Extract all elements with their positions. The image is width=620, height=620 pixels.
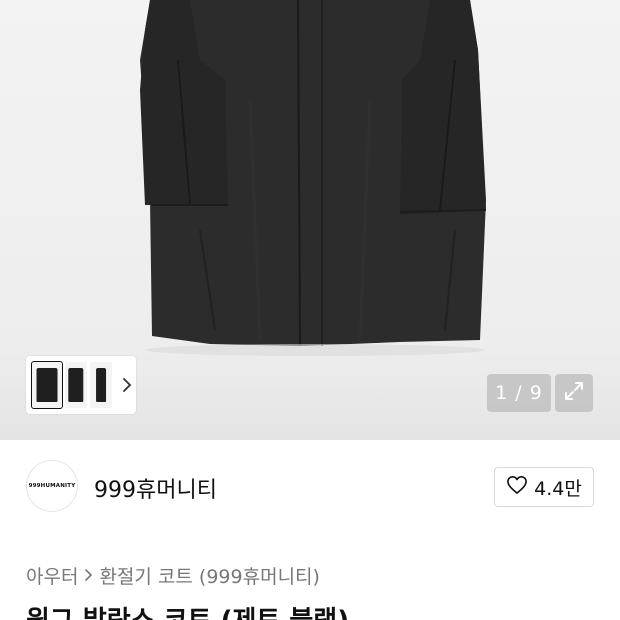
thumbnail-1[interactable] bbox=[31, 361, 63, 409]
like-button[interactable]: 4.4만 bbox=[494, 467, 594, 507]
chevron-right-icon bbox=[84, 565, 93, 587]
thumbnail-3[interactable] bbox=[89, 362, 113, 408]
image-counter: 1 / 9 bbox=[487, 374, 551, 412]
product-title: 윙그 발란스 코트 (제트 블랙) bbox=[26, 600, 349, 620]
expand-arrows-icon bbox=[563, 380, 585, 406]
thumbnail-2[interactable] bbox=[64, 362, 87, 408]
breadcrumb: 아우터 환절기 코트 (999휴머니티) bbox=[26, 562, 320, 589]
brand-logo[interactable]: 999HUMANITY bbox=[26, 460, 78, 512]
brand-row: 999HUMANITY 999휴머니티 4.4만 bbox=[26, 460, 594, 514]
like-count: 4.4만 bbox=[534, 477, 582, 500]
breadcrumb-category[interactable]: 아우터 bbox=[26, 562, 78, 589]
breadcrumb-subcategory[interactable]: 환절기 코트 (999휴머니티) bbox=[99, 562, 320, 589]
thumbnail-strip[interactable] bbox=[26, 356, 136, 414]
brand-name[interactable]: 999휴머니티 bbox=[94, 472, 217, 504]
heart-outline-icon bbox=[506, 475, 528, 500]
product-image-gallery[interactable]: 1 / 9 bbox=[0, 0, 620, 440]
chevron-right-icon[interactable] bbox=[118, 376, 136, 394]
expand-button[interactable] bbox=[555, 374, 593, 412]
